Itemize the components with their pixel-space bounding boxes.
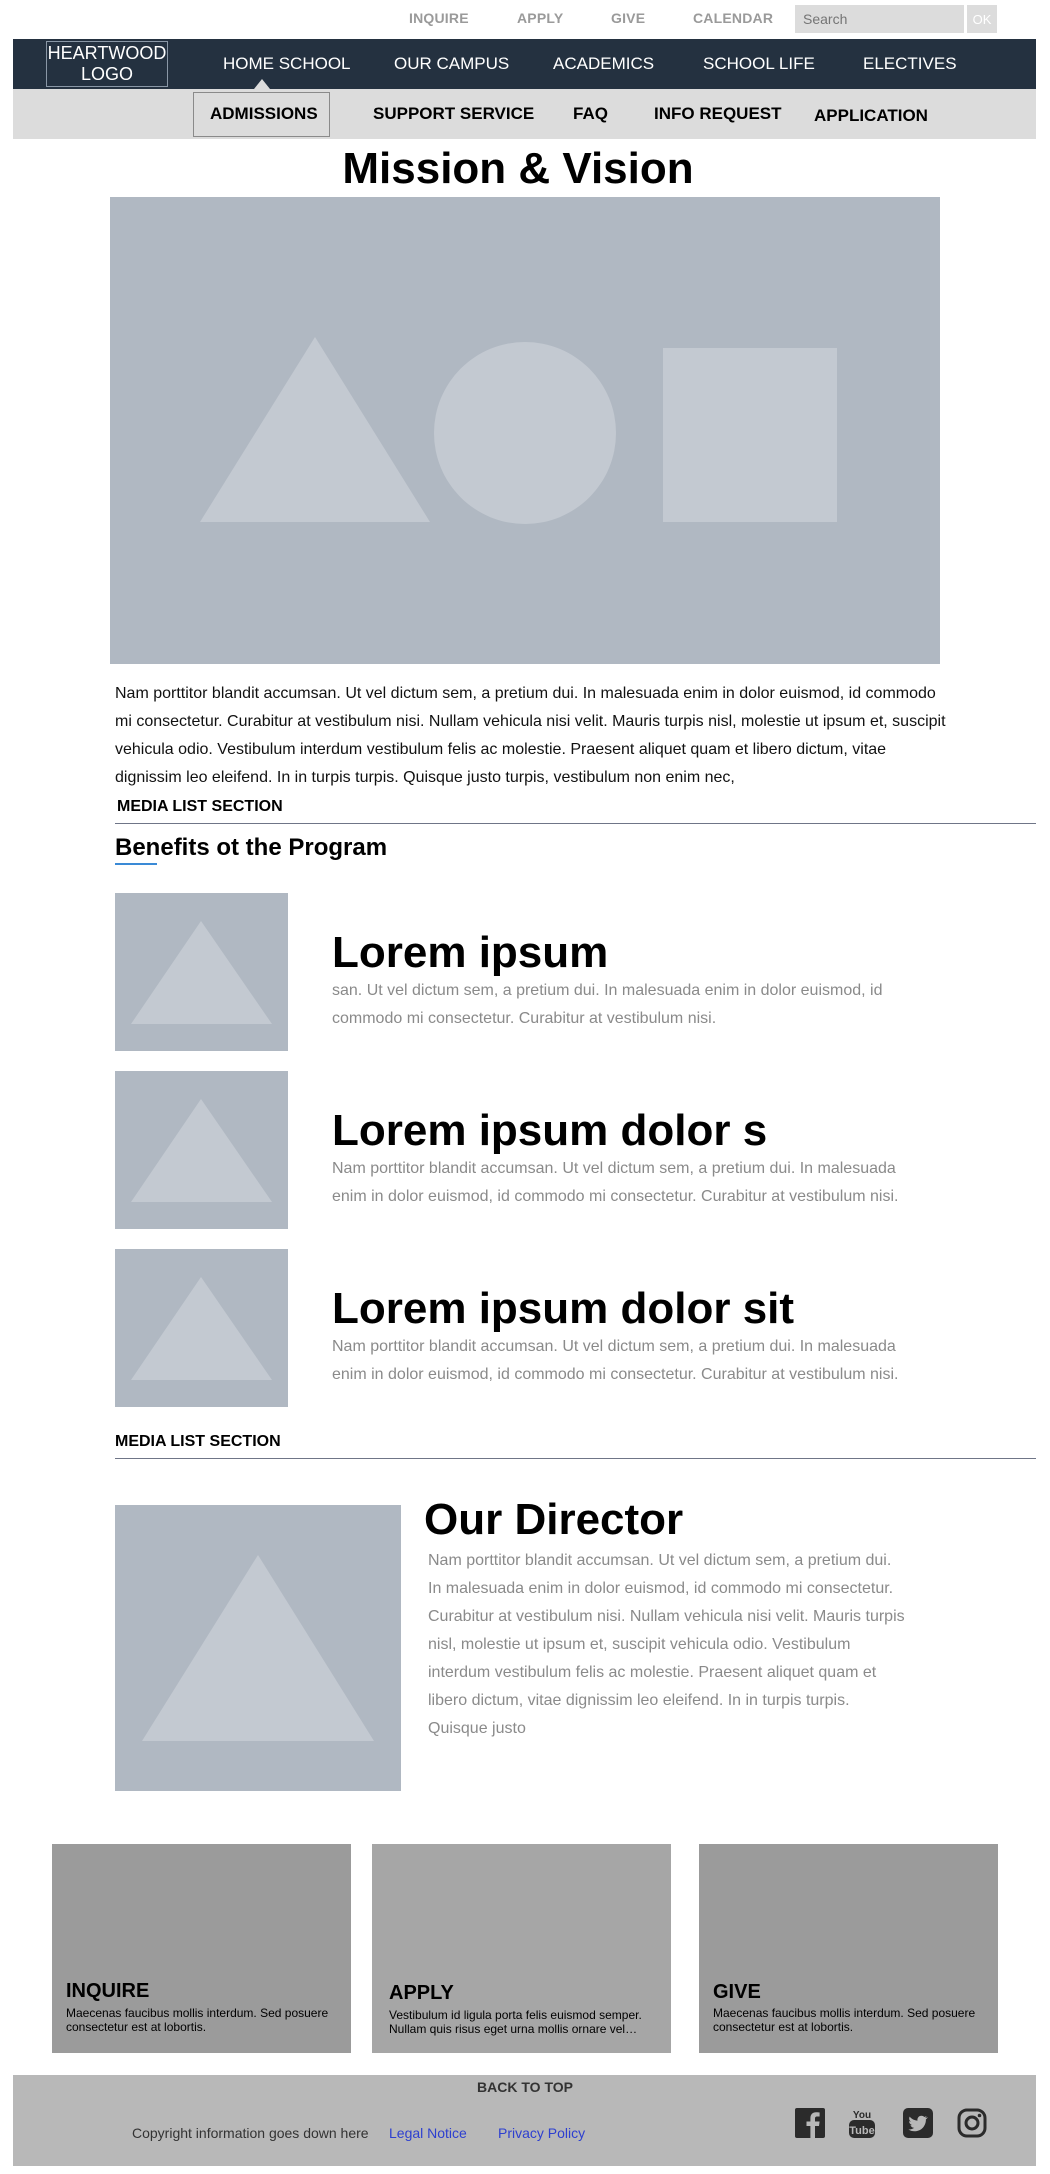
benefits-title: Benefits ot the Program	[115, 834, 388, 861]
media-thumbnail	[115, 1249, 288, 1407]
privacy-policy-link[interactable]: Privacy Policy	[498, 2125, 585, 2141]
sub-nav-item-application[interactable]: APPLICATION	[814, 106, 928, 126]
school-logo[interactable]: HEARTWOOD LOGO	[46, 41, 168, 87]
legal-notice-link[interactable]: Legal Notice	[389, 2125, 467, 2141]
search-ok-button[interactable]: OK	[967, 5, 997, 33]
cta-card-give[interactable]: GIVE Maecenas faucibus mollis interdum. …	[699, 1844, 998, 2053]
mission-body-text: Nam porttitor blandit accumsan. Ut vel d…	[115, 685, 946, 786]
image-placeholder-icon	[200, 337, 837, 524]
section-label-director: MEDIA LIST SECTION	[115, 1433, 281, 1450]
card-title: APPLY	[389, 1982, 454, 2004]
sub-nav-item-support-service[interactable]: SUPPORT SERVICE	[373, 104, 534, 124]
media-item-heading: Lorem ipsum dolor sit	[332, 1284, 795, 1333]
card-text: Maecenas faucibus mollis interdum. Sed p…	[713, 2006, 976, 2034]
director-text: Nam porttitor blandit accumsan. Ut vel d…	[428, 1552, 905, 1737]
utility-link-inquire[interactable]: INQUIRE	[409, 10, 469, 26]
image-placeholder-icon	[131, 921, 272, 1024]
cta-card-inquire[interactable]: INQUIRE Maecenas faucibus mollis interdu…	[52, 1844, 351, 2053]
card-text: Maecenas faucibus mollis interdum. Sed p…	[66, 2006, 329, 2034]
section-divider	[115, 823, 1036, 824]
nav-item-home-school[interactable]: HOME SCHOOL	[223, 54, 351, 74]
card-title: INQUIRE	[66, 1980, 150, 2002]
utility-link-calendar[interactable]: CALENDAR	[693, 10, 773, 26]
logo-line-2: LOGO	[80, 64, 133, 84]
media-item-text: Nam porttitor blandit accumsan. Ut vel d…	[332, 1160, 899, 1205]
image-placeholder-icon	[142, 1555, 374, 1741]
card-text: Vestibulum id ligula porta felis euismod…	[389, 2008, 642, 2036]
media-item-heading: Lorem ipsum dolor s	[332, 1106, 768, 1155]
utility-link-apply[interactable]: APPLY	[517, 10, 563, 26]
image-placeholder-icon	[131, 1277, 272, 1380]
back-to-top-link[interactable]: BACK TO TOP	[0, 2079, 1050, 2095]
instagram-icon[interactable]	[956, 2107, 988, 2139]
cta-card-apply[interactable]: APPLY Vestibulum id ligula porta felis e…	[372, 1844, 671, 2053]
card-title: GIVE	[713, 1981, 761, 2003]
section-label-benefits: MEDIA LIST SECTION	[117, 798, 283, 815]
sub-nav-item-admissions[interactable]: ADMISSIONS	[210, 104, 318, 124]
search-input[interactable]	[795, 5, 964, 33]
nav-item-electives[interactable]: ELECTIVES	[863, 54, 957, 74]
youtube-icon[interactable]: You Tube	[846, 2107, 878, 2139]
sub-nav-item-info-request[interactable]: INFO REQUEST	[654, 104, 782, 124]
svg-text:Tube: Tube	[849, 2125, 874, 2137]
media-thumbnail	[115, 893, 288, 1051]
logo-line-1: HEARTWOOD	[47, 43, 167, 63]
director-title: Our Director	[424, 1495, 684, 1544]
nav-item-academics[interactable]: ACADEMICS	[553, 54, 654, 74]
copyright-text: Copyright information goes down here	[132, 2125, 369, 2141]
media-item-text: Nam porttitor blandit accumsan. Ut vel d…	[332, 1338, 899, 1383]
image-placeholder-icon	[131, 1099, 272, 1202]
media-thumbnail	[115, 1071, 288, 1229]
sub-nav-item-faq[interactable]: FAQ	[573, 104, 608, 124]
active-nav-caret-icon	[254, 79, 270, 89]
media-item-heading: Lorem ipsum	[332, 928, 609, 977]
section-divider	[115, 1458, 1036, 1459]
nav-item-school-life[interactable]: SCHOOL LIFE	[703, 54, 815, 74]
utility-link-give[interactable]: GIVE	[611, 10, 645, 26]
facebook-icon[interactable]	[794, 2107, 826, 2139]
media-item-text: san. Ut vel dictum sem, a pretium dui. I…	[332, 982, 883, 1027]
hero-image	[110, 197, 940, 664]
twitter-icon[interactable]	[902, 2107, 934, 2139]
title-underline	[115, 863, 157, 865]
svg-text:You: You	[853, 2110, 871, 2121]
director-photo	[115, 1505, 401, 1791]
nav-item-our-campus[interactable]: OUR CAMPUS	[394, 54, 509, 74]
page-title: Mission & Vision	[342, 144, 694, 193]
